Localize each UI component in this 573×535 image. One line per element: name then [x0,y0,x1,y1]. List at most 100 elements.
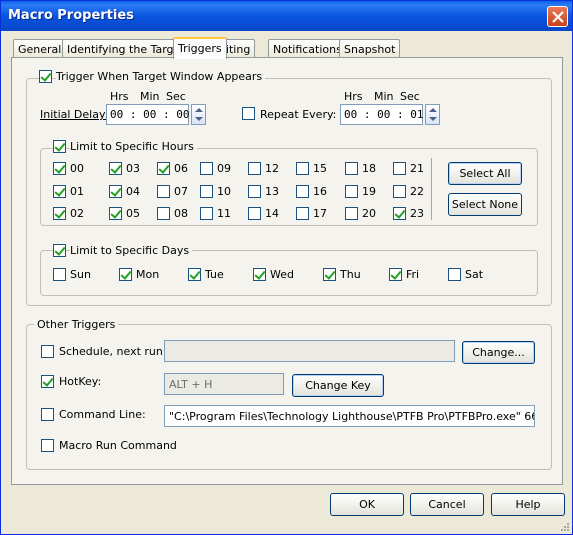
day-checkbox[interactable] [448,268,461,281]
tab-identifying-target[interactable]: Identifying the Target [62,39,190,58]
trigger-window-checkbox[interactable] [39,70,52,83]
hour-checkbox[interactable] [393,162,406,175]
hour-label: 04 [126,185,140,198]
schedule-checkbox[interactable] [41,345,54,358]
day-label: Wed [270,268,294,281]
hotkey-checkbox[interactable] [41,375,54,388]
schedule-change-button[interactable]: Change... [462,341,535,364]
hour-label: 12 [265,162,279,175]
ok-button[interactable]: OK [330,493,404,516]
command-line-checkbox[interactable] [41,408,54,421]
limit-days-label: Limit to Specific Days [70,244,193,257]
command-line-label: Command Line: [59,408,146,421]
day-checkbox[interactable] [119,268,132,281]
hour-label: 09 [217,162,231,175]
macro-run-checkbox[interactable] [41,439,54,452]
other-triggers-title: Other Triggers [34,318,119,331]
hour-label: 08 [174,207,188,220]
close-button[interactable] [547,6,568,27]
hour-checkbox[interactable] [109,162,122,175]
cancel-button[interactable]: Cancel [410,493,484,516]
hour-checkbox[interactable] [53,185,66,198]
select-none-button[interactable]: Select None [448,193,522,216]
help-button[interactable]: Help [491,493,565,516]
hour-checkbox[interactable] [296,185,309,198]
hour-checkbox[interactable] [200,185,213,198]
trigger-window-label: Trigger When Target Window Appears [56,70,266,83]
hour-checkbox[interactable] [248,185,261,198]
day-checkbox[interactable] [53,268,66,281]
hour-checkbox[interactable] [200,162,213,175]
hour-checkbox[interactable] [296,207,309,220]
hotkey-field[interactable]: ALT + H [164,373,284,395]
delay-min-header: Min [140,90,160,103]
hour-checkbox[interactable] [296,162,309,175]
hour-checkbox[interactable] [109,185,122,198]
repeat-every-spinner[interactable] [425,104,440,125]
tab-general[interactable]: General [13,39,67,58]
day-checkbox[interactable] [323,268,336,281]
day-label: Mon [136,268,160,281]
schedule-field[interactable] [164,340,455,362]
tab-notifications[interactable]: Notifications [268,39,347,58]
command-line-field[interactable]: "C:\Program Files\Technology Lighthouse\… [164,405,535,427]
hour-label: 17 [313,207,327,220]
hour-checkbox[interactable] [109,207,122,220]
hour-label: 11 [217,207,231,220]
tab-identifying-target-label: Identifying the Target [67,43,185,56]
hour-checkbox[interactable] [157,162,170,175]
limit-days-checkbox[interactable] [53,244,66,257]
repeat-every-checkbox[interactable] [242,107,255,120]
delay-sec-header: Sec [166,90,186,103]
hour-label: 18 [362,162,376,175]
initial-delay-spinner[interactable] [191,104,206,125]
hour-label: 15 [313,162,327,175]
tab-general-label: General [18,43,62,56]
tab-triggers-label: Triggers [178,42,222,55]
resize-grip-icon[interactable] [559,521,571,533]
repeat-min-header: Min [374,90,394,103]
spin-up-icon [429,108,437,112]
hour-checkbox[interactable] [157,207,170,220]
hour-label: 22 [410,185,424,198]
hour-label: 14 [265,207,279,220]
hour-checkbox[interactable] [248,162,261,175]
hour-checkbox[interactable] [248,207,261,220]
hour-checkbox[interactable] [345,162,358,175]
hotkey-label: HotKey: [59,375,102,388]
hour-checkbox[interactable] [345,185,358,198]
hour-label: 02 [70,207,84,220]
title-bar[interactable]: Macro Properties [1,1,572,31]
tab-notifications-label: Notifications [273,43,342,56]
spin-down-icon [429,117,437,121]
macro-run-label: Macro Run Command [59,439,177,452]
day-label: Fri [406,268,420,281]
triggers-panel: Trigger When Target Window Appears Hrs M… [11,57,563,485]
select-all-button[interactable]: Select All [448,162,522,185]
tab-snapshot[interactable]: Snapshot [339,39,401,58]
day-checkbox[interactable] [253,268,266,281]
hour-label: 10 [217,185,231,198]
repeat-every-label: Repeat Every: [260,108,337,121]
day-checkbox[interactable] [389,268,402,281]
change-key-button[interactable]: Change Key [292,374,384,397]
hour-checkbox[interactable] [157,185,170,198]
hour-checkbox[interactable] [393,185,406,198]
day-checkbox[interactable] [188,268,201,281]
hour-label: 16 [313,185,327,198]
hour-checkbox[interactable] [200,207,213,220]
repeat-sec-header: Sec [400,90,420,103]
hour-checkbox[interactable] [53,207,66,220]
tab-triggers[interactable]: Triggers [173,37,227,59]
initial-delay-input[interactable]: 00 : 00 : 00 [106,104,189,125]
limit-hours-label: Limit to Specific Hours [70,140,197,153]
hour-checkbox[interactable] [345,207,358,220]
spin-down-icon [195,117,203,121]
hour-checkbox[interactable] [393,207,406,220]
initial-delay-label: Initial Delay: [40,108,109,121]
hour-checkbox[interactable] [53,162,66,175]
limit-hours-checkbox[interactable] [53,140,66,153]
hour-label: 19 [362,185,376,198]
day-label: Thu [340,268,361,281]
repeat-every-input[interactable]: 00 : 00 : 01 [340,104,423,125]
